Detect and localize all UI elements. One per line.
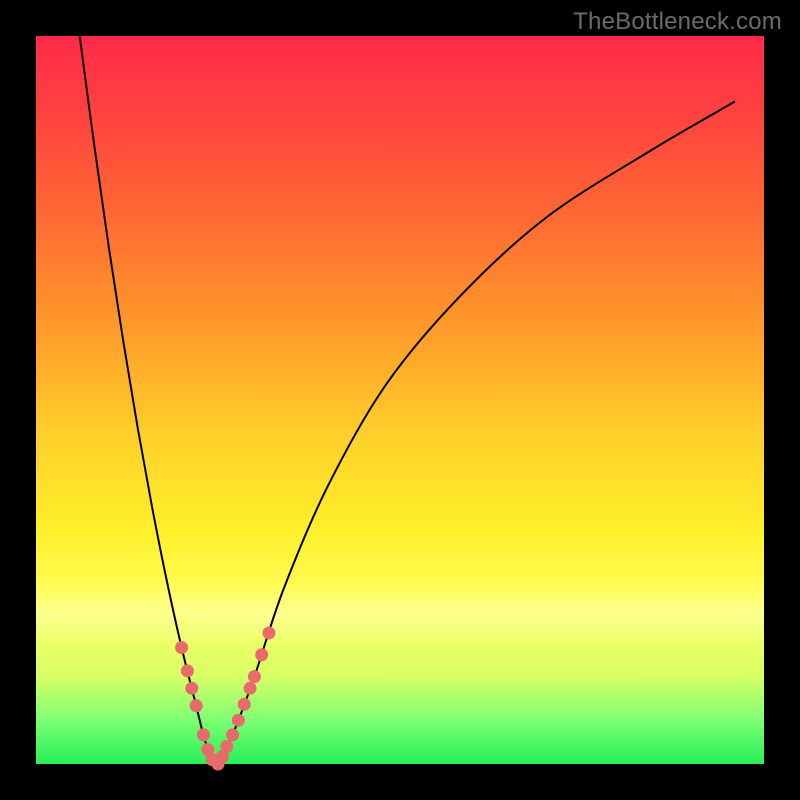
data-marker	[248, 670, 261, 683]
chart-svg	[36, 36, 764, 764]
chart-frame: TheBottleneck.com	[0, 0, 800, 800]
data-marker	[185, 682, 198, 695]
data-marker	[255, 648, 268, 661]
data-marker	[226, 728, 239, 741]
data-marker	[197, 728, 210, 741]
data-marker	[190, 699, 203, 712]
data-marker	[262, 626, 275, 639]
plot-area	[36, 36, 764, 764]
data-marker	[232, 714, 245, 727]
watermark-text: TheBottleneck.com	[573, 8, 782, 36]
data-marker	[175, 641, 188, 654]
right-branch-curve	[218, 102, 735, 764]
data-marker	[238, 698, 251, 711]
data-marker	[181, 664, 194, 677]
curve-group	[80, 36, 735, 764]
data-marker	[244, 682, 257, 695]
left-branch-curve	[80, 36, 218, 764]
data-marker	[220, 740, 233, 753]
marker-group	[175, 626, 275, 770]
